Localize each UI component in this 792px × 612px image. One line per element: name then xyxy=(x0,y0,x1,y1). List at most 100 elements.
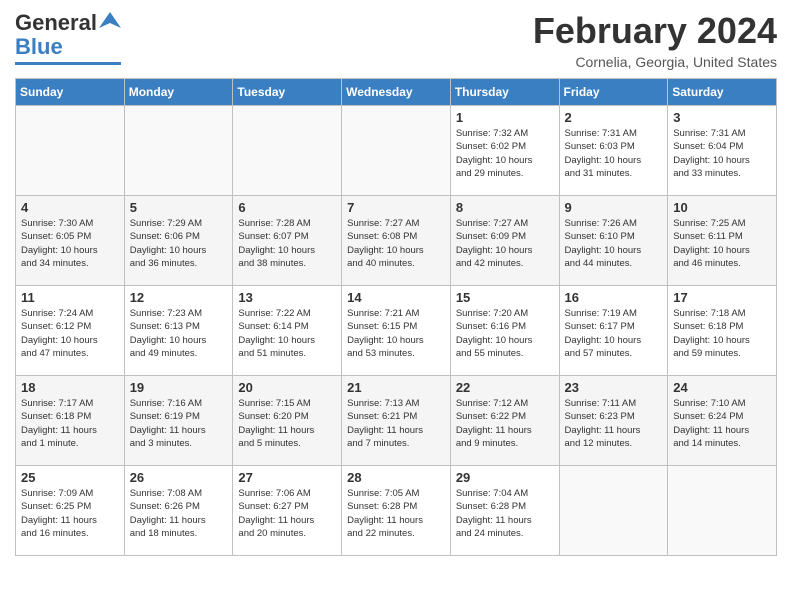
day-number: 26 xyxy=(130,470,228,485)
day-number: 4 xyxy=(21,200,119,215)
calendar-cell: 26 Sunrise: 7:08 AM Sunset: 6:26 PM Dayli… xyxy=(124,466,233,556)
day-number: 17 xyxy=(673,290,771,305)
cell-info: Sunrise: 7:15 AM Sunset: 6:20 PM Dayligh… xyxy=(238,397,336,450)
calendar-cell: 17 Sunrise: 7:18 AM Sunset: 6:18 PM Dayli… xyxy=(668,286,777,376)
cell-info: Sunrise: 7:24 AM Sunset: 6:12 PM Dayligh… xyxy=(21,307,119,360)
cell-info: Sunrise: 7:23 AM Sunset: 6:13 PM Dayligh… xyxy=(130,307,228,360)
day-number: 16 xyxy=(565,290,663,305)
cell-info: Sunrise: 7:22 AM Sunset: 6:14 PM Dayligh… xyxy=(238,307,336,360)
calendar-cell: 4 Sunrise: 7:30 AM Sunset: 6:05 PM Daylig… xyxy=(16,196,125,286)
day-number: 14 xyxy=(347,290,445,305)
calendar-cell xyxy=(559,466,668,556)
cell-info: Sunrise: 7:11 AM Sunset: 6:23 PM Dayligh… xyxy=(565,397,663,450)
cell-info: Sunrise: 7:20 AM Sunset: 6:16 PM Dayligh… xyxy=(456,307,554,360)
day-header-sunday: Sunday xyxy=(16,79,125,106)
calendar-cell xyxy=(668,466,777,556)
calendar-week-row: 4 Sunrise: 7:30 AM Sunset: 6:05 PM Daylig… xyxy=(16,196,777,286)
day-number: 25 xyxy=(21,470,119,485)
calendar-cell: 21Sunrise: 7:13 AM Sunset: 6:21 PM Dayli… xyxy=(342,376,451,466)
calendar-cell: 15 Sunrise: 7:20 AM Sunset: 6:16 PM Dayli… xyxy=(450,286,559,376)
day-number: 10 xyxy=(673,200,771,215)
logo-bird-icon xyxy=(99,10,121,32)
logo-underline xyxy=(15,62,121,65)
calendar-cell: 22Sunrise: 7:12 AM Sunset: 6:22 PM Dayli… xyxy=(450,376,559,466)
calendar-cell: 13 Sunrise: 7:22 AM Sunset: 6:14 PM Dayli… xyxy=(233,286,342,376)
cell-info: Sunrise: 7:27 AM Sunset: 6:09 PM Dayligh… xyxy=(456,217,554,270)
cell-info: Sunrise: 7:26 AM Sunset: 6:10 PM Dayligh… xyxy=(565,217,663,270)
calendar-cell: 24 Sunrise: 7:10 AM Sunset: 6:24 PM Dayli… xyxy=(668,376,777,466)
calendar-cell xyxy=(16,106,125,196)
calendar-cell: 28Sunrise: 7:05 AM Sunset: 6:28 PM Dayli… xyxy=(342,466,451,556)
day-header-tuesday: Tuesday xyxy=(233,79,342,106)
calendar-cell: 3 Sunrise: 7:31 AM Sunset: 6:04 PM Daylig… xyxy=(668,106,777,196)
day-header-monday: Monday xyxy=(124,79,233,106)
calendar-cell xyxy=(233,106,342,196)
day-number: 3 xyxy=(673,110,771,125)
calendar-header-row: SundayMondayTuesdayWednesdayThursdayFrid… xyxy=(16,79,777,106)
day-number: 12 xyxy=(130,290,228,305)
cell-info: Sunrise: 7:17 AM Sunset: 6:18 PM Dayligh… xyxy=(21,397,119,450)
calendar-cell: 27Sunrise: 7:06 AM Sunset: 6:27 PM Dayli… xyxy=(233,466,342,556)
calendar-cell: 20 Sunrise: 7:15 AM Sunset: 6:20 PM Dayli… xyxy=(233,376,342,466)
day-number: 22 xyxy=(456,380,554,395)
day-number: 13 xyxy=(238,290,336,305)
day-number: 2 xyxy=(565,110,663,125)
cell-info: Sunrise: 7:09 AM Sunset: 6:25 PM Dayligh… xyxy=(21,487,119,540)
logo-text-blue: Blue xyxy=(15,34,63,60)
day-number: 21 xyxy=(347,380,445,395)
cell-info: Sunrise: 7:21 AM Sunset: 6:15 PM Dayligh… xyxy=(347,307,445,360)
day-number: 29 xyxy=(456,470,554,485)
day-header-wednesday: Wednesday xyxy=(342,79,451,106)
cell-info: Sunrise: 7:28 AM Sunset: 6:07 PM Dayligh… xyxy=(238,217,336,270)
calendar-cell: 11 Sunrise: 7:24 AM Sunset: 6:12 PM Dayli… xyxy=(16,286,125,376)
calendar-cell: 2 Sunrise: 7:31 AM Sunset: 6:03 PM Daylig… xyxy=(559,106,668,196)
calendar-cell: 16 Sunrise: 7:19 AM Sunset: 6:17 PM Dayli… xyxy=(559,286,668,376)
calendar-cell: 25 Sunrise: 7:09 AM Sunset: 6:25 PM Dayli… xyxy=(16,466,125,556)
day-number: 24 xyxy=(673,380,771,395)
day-number: 1 xyxy=(456,110,554,125)
day-number: 15 xyxy=(456,290,554,305)
calendar-cell: 23Sunrise: 7:11 AM Sunset: 6:23 PM Dayli… xyxy=(559,376,668,466)
logo: General Blue xyxy=(15,10,121,65)
month-title: February 2024 xyxy=(533,10,777,52)
day-number: 28 xyxy=(347,470,445,485)
calendar-week-row: 18 Sunrise: 7:17 AM Sunset: 6:18 PM Dayli… xyxy=(16,376,777,466)
cell-info: Sunrise: 7:30 AM Sunset: 6:05 PM Dayligh… xyxy=(21,217,119,270)
title-area: February 2024 Cornelia, Georgia, United … xyxy=(533,10,777,70)
calendar-cell: 9Sunrise: 7:26 AM Sunset: 6:10 PM Daylig… xyxy=(559,196,668,286)
cell-info: Sunrise: 7:29 AM Sunset: 6:06 PM Dayligh… xyxy=(130,217,228,270)
day-number: 18 xyxy=(21,380,119,395)
cell-info: Sunrise: 7:19 AM Sunset: 6:17 PM Dayligh… xyxy=(565,307,663,360)
day-number: 20 xyxy=(238,380,336,395)
cell-info: Sunrise: 7:31 AM Sunset: 6:04 PM Dayligh… xyxy=(673,127,771,180)
day-number: 11 xyxy=(21,290,119,305)
cell-info: Sunrise: 7:16 AM Sunset: 6:19 PM Dayligh… xyxy=(130,397,228,450)
logo-text-general: General xyxy=(15,10,97,36)
calendar-cell: 29 Sunrise: 7:04 AM Sunset: 6:28 PM Dayli… xyxy=(450,466,559,556)
cell-info: Sunrise: 7:10 AM Sunset: 6:24 PM Dayligh… xyxy=(673,397,771,450)
calendar-cell: 18 Sunrise: 7:17 AM Sunset: 6:18 PM Dayli… xyxy=(16,376,125,466)
day-header-thursday: Thursday xyxy=(450,79,559,106)
header: General Blue February 2024 Cornelia, Geo… xyxy=(15,10,777,70)
cell-info: Sunrise: 7:31 AM Sunset: 6:03 PM Dayligh… xyxy=(565,127,663,180)
day-number: 5 xyxy=(130,200,228,215)
day-header-friday: Friday xyxy=(559,79,668,106)
calendar-cell: 5 Sunrise: 7:29 AM Sunset: 6:06 PM Daylig… xyxy=(124,196,233,286)
calendar-cell: 1Sunrise: 7:32 AM Sunset: 6:02 PM Daylig… xyxy=(450,106,559,196)
day-number: 27 xyxy=(238,470,336,485)
calendar-cell: 10 Sunrise: 7:25 AM Sunset: 6:11 PM Dayli… xyxy=(668,196,777,286)
cell-info: Sunrise: 7:04 AM Sunset: 6:28 PM Dayligh… xyxy=(456,487,554,540)
calendar-table: SundayMondayTuesdayWednesdayThursdayFrid… xyxy=(15,78,777,556)
cell-info: Sunrise: 7:25 AM Sunset: 6:11 PM Dayligh… xyxy=(673,217,771,270)
cell-info: Sunrise: 7:08 AM Sunset: 6:26 PM Dayligh… xyxy=(130,487,228,540)
calendar-cell: 19Sunrise: 7:16 AM Sunset: 6:19 PM Dayli… xyxy=(124,376,233,466)
calendar-cell: 8Sunrise: 7:27 AM Sunset: 6:09 PM Daylig… xyxy=(450,196,559,286)
calendar-cell: 14 Sunrise: 7:21 AM Sunset: 6:15 PM Dayli… xyxy=(342,286,451,376)
day-number: 6 xyxy=(238,200,336,215)
calendar-body: 1Sunrise: 7:32 AM Sunset: 6:02 PM Daylig… xyxy=(16,106,777,556)
calendar-cell xyxy=(124,106,233,196)
location-subtitle: Cornelia, Georgia, United States xyxy=(533,54,777,70)
calendar-cell: 7Sunrise: 7:27 AM Sunset: 6:08 PM Daylig… xyxy=(342,196,451,286)
cell-info: Sunrise: 7:18 AM Sunset: 6:18 PM Dayligh… xyxy=(673,307,771,360)
calendar-cell: 12 Sunrise: 7:23 AM Sunset: 6:13 PM Dayli… xyxy=(124,286,233,376)
